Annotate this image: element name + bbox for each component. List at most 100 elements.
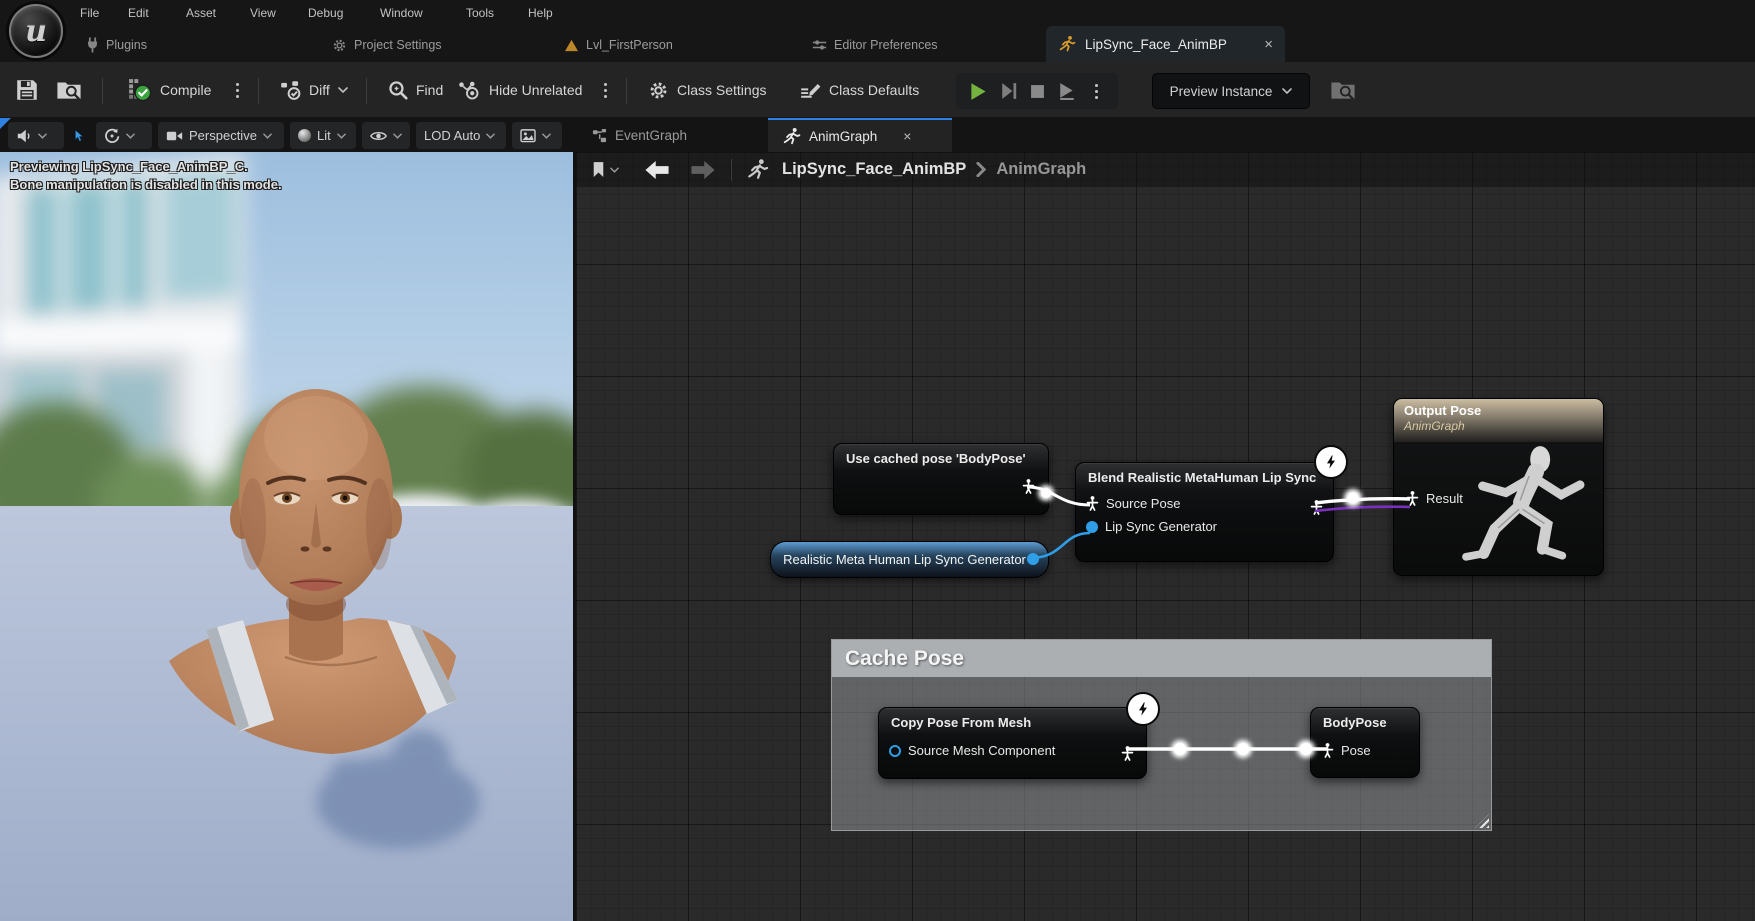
save-button[interactable] bbox=[16, 62, 38, 118]
chevron-down-icon bbox=[338, 87, 348, 93]
tab-eventgraph[interactable]: EventGraph bbox=[578, 118, 701, 152]
result-input-pin[interactable] bbox=[1406, 491, 1419, 506]
step-forward-icon[interactable] bbox=[1001, 82, 1017, 100]
pose-output-pin[interactable] bbox=[1022, 479, 1035, 494]
browse-preview-button[interactable] bbox=[1330, 62, 1356, 118]
breadcrumb-current[interactable]: AnimGraph bbox=[996, 160, 1086, 179]
tab-lvl-firstperson[interactable]: Lvl_FirstPerson bbox=[564, 34, 673, 56]
secondary-strip: Perspective Lit LOD Auto EventGraph Anim bbox=[0, 118, 1755, 152]
show-flags-dropdown[interactable] bbox=[362, 122, 410, 149]
select-tool-button[interactable] bbox=[66, 122, 92, 149]
tab-close-icon[interactable]: × bbox=[903, 128, 911, 144]
tab-lipsync-face-animbp[interactable]: LipSync_Face_AnimBP × bbox=[1046, 26, 1285, 62]
viewport-options-button[interactable] bbox=[8, 122, 64, 149]
menu-tools[interactable]: Tools bbox=[466, 6, 494, 20]
menu-window[interactable]: Window bbox=[380, 6, 423, 20]
output-pose-header: Output Pose AnimGraph bbox=[1394, 399, 1603, 442]
view-mode-dropdown[interactable]: Lit bbox=[290, 122, 356, 149]
stop-icon[interactable] bbox=[1030, 84, 1045, 99]
lip-sync-generator-input-pin[interactable] bbox=[1086, 521, 1098, 533]
menu-debug[interactable]: Debug bbox=[308, 6, 343, 20]
node-use-cached-pose[interactable]: Use cached pose 'BodyPose' bbox=[833, 443, 1049, 515]
toolbar-separator bbox=[626, 78, 627, 104]
tab-plugins[interactable]: Plugins bbox=[86, 34, 147, 56]
transform-tool-button[interactable] bbox=[96, 122, 152, 149]
kebab-icon bbox=[598, 79, 613, 102]
lod-dropdown[interactable]: LOD Auto bbox=[416, 122, 506, 149]
preview-viewport[interactable]: Previewing LipSync_Face_AnimBP_C. Bone m… bbox=[0, 152, 576, 921]
camera-icon bbox=[166, 130, 183, 142]
chevron-down-icon bbox=[38, 133, 47, 139]
hide-unrelated-options-button[interactable] bbox=[598, 62, 613, 118]
toolbar-separator bbox=[258, 78, 259, 104]
pencil-lines-icon bbox=[800, 81, 821, 100]
screenshot-dropdown[interactable] bbox=[512, 122, 562, 149]
breadcrumb-separator bbox=[731, 159, 732, 181]
menu-edit[interactable]: Edit bbox=[128, 6, 149, 20]
comment-header[interactable]: Cache Pose bbox=[832, 640, 1491, 677]
diff-icon bbox=[280, 80, 301, 100]
menu-file[interactable]: File bbox=[80, 6, 99, 20]
back-arrow-icon[interactable] bbox=[645, 161, 669, 179]
bookmark-button[interactable] bbox=[592, 161, 619, 178]
find-button[interactable]: Find bbox=[388, 62, 443, 118]
kebab-icon[interactable] bbox=[1089, 80, 1104, 103]
source-mesh-input-pin[interactable] bbox=[889, 745, 901, 757]
overlay-line-1: Previewing LipSync_Face_AnimBP_C. bbox=[10, 158, 282, 176]
chevron-down-icon bbox=[126, 133, 135, 139]
diff-button[interactable]: Diff bbox=[280, 62, 348, 118]
image-icon bbox=[520, 129, 536, 143]
event-graph-icon bbox=[592, 128, 607, 143]
skip-to-end-icon[interactable] bbox=[1059, 82, 1075, 100]
generator-output-pin[interactable] bbox=[1027, 553, 1039, 565]
compile-options-button[interactable] bbox=[230, 62, 245, 118]
class-settings-button[interactable]: Class Settings bbox=[648, 62, 766, 118]
class-defaults-button[interactable]: Class Defaults bbox=[800, 62, 919, 118]
save-icon bbox=[16, 79, 38, 101]
tab-project-settings[interactable]: Project Settings bbox=[332, 34, 442, 56]
browse-asset-button[interactable] bbox=[56, 62, 82, 118]
node-output-pose[interactable]: Output Pose AnimGraph Result bbox=[1393, 398, 1604, 576]
search-icon bbox=[388, 80, 408, 100]
node-lipsync-generator-variable[interactable]: Realistic Meta Human Lip Sync Generator bbox=[770, 541, 1049, 578]
kebab-icon bbox=[230, 79, 245, 102]
overlay-line-2: Bone manipulation is disabled in this mo… bbox=[10, 176, 282, 194]
fast-path-badge bbox=[1314, 445, 1348, 479]
node-blend-lipsync[interactable]: Blend Realistic MetaHuman Lip Sync Sourc… bbox=[1075, 462, 1334, 562]
pose-input-pin[interactable] bbox=[1321, 743, 1334, 758]
chevron-down-icon bbox=[263, 133, 272, 139]
tab-close-icon[interactable]: × bbox=[1264, 37, 1273, 52]
toolbar-separator bbox=[366, 78, 367, 104]
folder-search-icon bbox=[56, 79, 82, 101]
mannequin-graphic bbox=[1455, 445, 1601, 569]
pose-output-pin[interactable] bbox=[1121, 746, 1134, 761]
gear-icon bbox=[332, 38, 347, 53]
breadcrumb-root[interactable]: LipSync_Face_AnimBP bbox=[782, 160, 966, 179]
bookmark-icon bbox=[592, 161, 605, 178]
forward-arrow-icon[interactable] bbox=[691, 161, 715, 179]
eye-icon bbox=[370, 130, 387, 142]
menu-asset[interactable]: Asset bbox=[186, 6, 216, 20]
unreal-editor-window: File Edit Asset View Debug Window Tools … bbox=[0, 0, 1755, 921]
speaker-icon bbox=[16, 128, 32, 144]
node-body-pose[interactable]: BodyPose Pose bbox=[1310, 707, 1420, 778]
play-icon[interactable] bbox=[970, 82, 987, 101]
pose-output-pin[interactable] bbox=[1310, 500, 1323, 515]
tab-animgraph[interactable]: AnimGraph × bbox=[768, 118, 952, 152]
compile-button[interactable]: Compile bbox=[128, 62, 211, 118]
source-pose-input-pin[interactable] bbox=[1086, 496, 1099, 511]
menu-help[interactable]: Help bbox=[528, 6, 553, 20]
preview-instance-dropdown[interactable]: Preview Instance bbox=[1152, 73, 1310, 109]
hide-unrelated-button[interactable]: Hide Unrelated bbox=[458, 62, 582, 118]
unreal-logo-icon: u bbox=[9, 4, 63, 58]
breadcrumb-runner-icon bbox=[746, 158, 769, 181]
tab-editor-preferences[interactable]: Editor Preferences bbox=[812, 34, 938, 56]
rotate-icon bbox=[104, 128, 120, 144]
menu-bar: File Edit Asset View Debug Window Tools … bbox=[0, 0, 1755, 26]
chevron-down-icon bbox=[393, 133, 402, 139]
camera-mode-dropdown[interactable]: Perspective bbox=[158, 122, 284, 149]
node-copy-pose-from-mesh[interactable]: Copy Pose From Mesh Source Mesh Componen… bbox=[878, 707, 1147, 779]
comment-resize-handle[interactable] bbox=[1475, 814, 1489, 828]
chevron-down-icon bbox=[542, 133, 551, 139]
menu-view[interactable]: View bbox=[250, 6, 276, 20]
